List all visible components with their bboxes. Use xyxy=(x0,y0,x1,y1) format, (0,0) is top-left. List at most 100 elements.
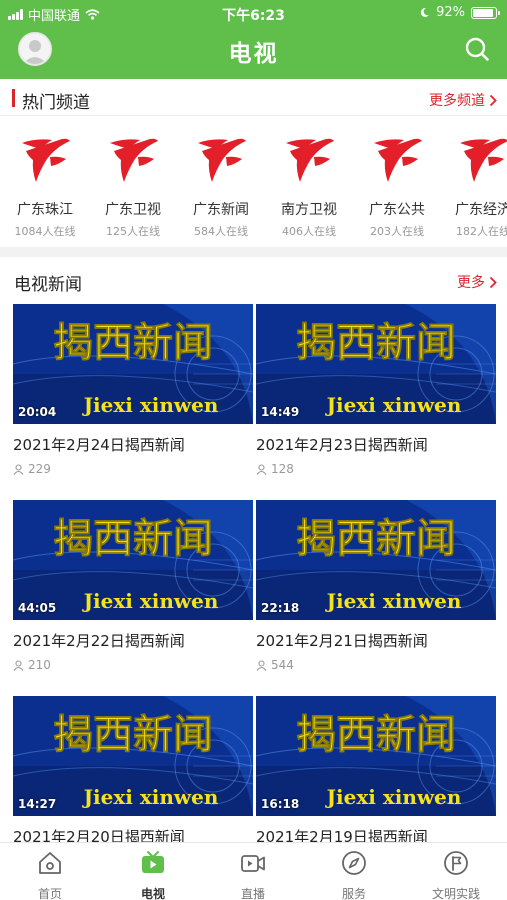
thumbnail-title: 揭西新闻 xyxy=(53,320,213,366)
channel-online-count: 125人在线 xyxy=(106,225,160,238)
view-count-value: 128 xyxy=(271,462,294,476)
battery-icon xyxy=(471,6,500,19)
channel-item[interactable]: 南方卫视 406人在线 xyxy=(265,135,353,239)
more-channels-link[interactable]: 更多频道 xyxy=(429,90,497,110)
tab-label: 电视 xyxy=(140,887,165,900)
video-duration: 14:49 xyxy=(261,405,300,419)
moon-icon xyxy=(420,7,430,17)
person-icon xyxy=(256,659,267,671)
video-thumbnail: 揭西新闻 Jiexi xinwen 22:18 xyxy=(256,500,496,620)
guangdong-tv-logo-icon xyxy=(104,135,162,185)
guangdong-tv-logo-icon xyxy=(454,135,507,185)
hot-channels-header: 热门频道 更多频道 xyxy=(0,80,507,116)
thumbnail-title: 揭西新闻 xyxy=(296,320,456,366)
top-bar: 中国联通 下午6:23 92% 电视 xyxy=(0,0,507,79)
nav-bar: 电视 xyxy=(0,26,507,79)
hot-channels-title: 热门频道 xyxy=(22,93,90,113)
live-camera-icon xyxy=(241,855,265,872)
tv-icon xyxy=(142,851,164,873)
news-card[interactable]: 揭西新闻 Jiexi xinwen 20:04 2021年2月24日揭西新闻 2… xyxy=(13,304,253,476)
thumbnail-title: 揭西新闻 xyxy=(53,712,213,758)
channel-name: 广东珠江 xyxy=(17,202,73,218)
guangdong-tv-logo-icon xyxy=(280,135,338,185)
news-card[interactable]: 揭西新闻 Jiexi xinwen 14:49 2021年2月23日揭西新闻 1… xyxy=(256,304,496,476)
news-title: 2021年2月23日揭西新闻 xyxy=(256,436,428,454)
bottom-tab-bar: 首页 电视 直播 服务 文明实践 xyxy=(0,842,507,900)
news-card[interactable]: 揭西新闻 Jiexi xinwen 16:18 2021年2月19日揭西新闻 xyxy=(256,696,496,847)
video-thumbnail: 揭西新闻 Jiexi xinwen 14:27 xyxy=(13,696,253,816)
video-duration: 16:18 xyxy=(261,797,300,811)
news-title: 2021年2月24日揭西新闻 xyxy=(13,436,185,454)
more-channels-label: 更多频道 xyxy=(429,93,485,109)
channel-item[interactable]: 广东卫视 125人在线 xyxy=(89,135,177,239)
tab-label: 文明实践 xyxy=(431,887,480,900)
news-title: 2021年2月22日揭西新闻 xyxy=(13,632,185,650)
thumbnail-subtitle: Jiexi xinwen xyxy=(325,785,462,809)
channel-item[interactable]: 广东公共 203人在线 xyxy=(353,135,441,239)
news-card[interactable]: 揭西新闻 Jiexi xinwen 14:27 2021年2月20日揭西新闻 xyxy=(13,696,253,847)
chevron-right-icon xyxy=(489,276,497,288)
tab-live[interactable]: 直播 xyxy=(213,849,293,900)
thumbnail-subtitle: Jiexi xinwen xyxy=(82,785,219,809)
tv-news-title: 电视新闻 xyxy=(14,275,82,295)
home-icon xyxy=(39,852,61,874)
channel-online-count: 182人在线 xyxy=(456,225,507,238)
channel-name: 广东新闻 xyxy=(193,202,249,218)
search-icon[interactable] xyxy=(463,35,491,63)
channel-name: 广东经济 xyxy=(455,202,507,218)
channel-item[interactable]: 广东经济 182人在线 xyxy=(439,135,507,239)
section-marker xyxy=(12,89,15,107)
person-icon xyxy=(13,463,24,475)
guangdong-tv-logo-icon xyxy=(368,135,426,185)
channel-item[interactable]: 广东新闻 584人在线 xyxy=(177,135,265,239)
tab-label: 服务 xyxy=(341,887,366,900)
video-duration: 44:05 xyxy=(18,601,57,615)
tab-label: 首页 xyxy=(37,887,62,900)
video-thumbnail: 揭西新闻 Jiexi xinwen 20:04 xyxy=(13,304,253,424)
page-title: 电视 xyxy=(228,41,279,67)
view-count-value: 229 xyxy=(28,462,51,476)
channel-item[interactable]: 广东珠江 1084人在线 xyxy=(1,135,89,239)
more-news-link[interactable]: 更多 xyxy=(457,272,497,292)
thumbnail-subtitle: Jiexi xinwen xyxy=(325,393,462,417)
battery-percent: 92% xyxy=(436,5,465,20)
thumbnail-subtitle: Jiexi xinwen xyxy=(325,589,462,613)
video-duration: 14:27 xyxy=(18,797,57,811)
thumbnail-subtitle: Jiexi xinwen xyxy=(82,393,219,417)
guangdong-tv-logo-icon xyxy=(192,135,250,185)
tab-tv[interactable]: 电视 xyxy=(113,849,193,900)
channel-online-count: 406人在线 xyxy=(282,225,336,238)
compass-icon xyxy=(342,851,366,875)
thumbnail-title: 揭西新闻 xyxy=(296,516,456,562)
thumbnail-title: 揭西新闻 xyxy=(53,516,213,562)
video-duration: 20:04 xyxy=(18,405,57,419)
news-card[interactable]: 揭西新闻 Jiexi xinwen 44:05 2021年2月22日揭西新闻 2… xyxy=(13,500,253,672)
channel-online-count: 203人在线 xyxy=(370,225,424,238)
status-bar: 中国联通 下午6:23 92% xyxy=(0,0,507,26)
thumbnail-subtitle: Jiexi xinwen xyxy=(82,589,219,613)
tab-civilization-practice[interactable]: 文明实践 xyxy=(416,849,496,900)
chevron-right-icon xyxy=(489,94,497,106)
view-count: 544 xyxy=(256,658,496,672)
more-news-label: 更多 xyxy=(457,275,485,291)
person-icon xyxy=(256,463,267,475)
news-card[interactable]: 揭西新闻 Jiexi xinwen 22:18 2021年2月21日揭西新闻 5… xyxy=(256,500,496,672)
video-thumbnail: 揭西新闻 Jiexi xinwen 44:05 xyxy=(13,500,253,620)
flag-circle-icon xyxy=(444,851,468,875)
channel-name: 南方卫视 xyxy=(281,202,337,218)
channel-list: 广东珠江 1084人在线 广东卫视 125人在线 广东新闻 584人在线 南方卫… xyxy=(0,117,507,247)
video-thumbnail: 揭西新闻 Jiexi xinwen 16:18 xyxy=(256,696,496,816)
news-title: 2021年2月21日揭西新闻 xyxy=(256,632,428,650)
tab-home[interactable]: 首页 xyxy=(10,849,90,900)
section-divider xyxy=(0,247,507,257)
tab-services[interactable]: 服务 xyxy=(314,849,394,900)
view-count-value: 210 xyxy=(28,658,51,672)
channel-online-count: 1084人在线 xyxy=(14,225,76,238)
view-count: 128 xyxy=(256,462,496,476)
video-duration: 22:18 xyxy=(261,601,300,615)
view-count-value: 544 xyxy=(271,658,294,672)
channel-online-count: 584人在线 xyxy=(194,225,248,238)
channel-name: 广东卫视 xyxy=(105,202,161,218)
tv-news-header: 电视新闻 更多 xyxy=(0,262,507,298)
thumbnail-title: 揭西新闻 xyxy=(296,712,456,758)
